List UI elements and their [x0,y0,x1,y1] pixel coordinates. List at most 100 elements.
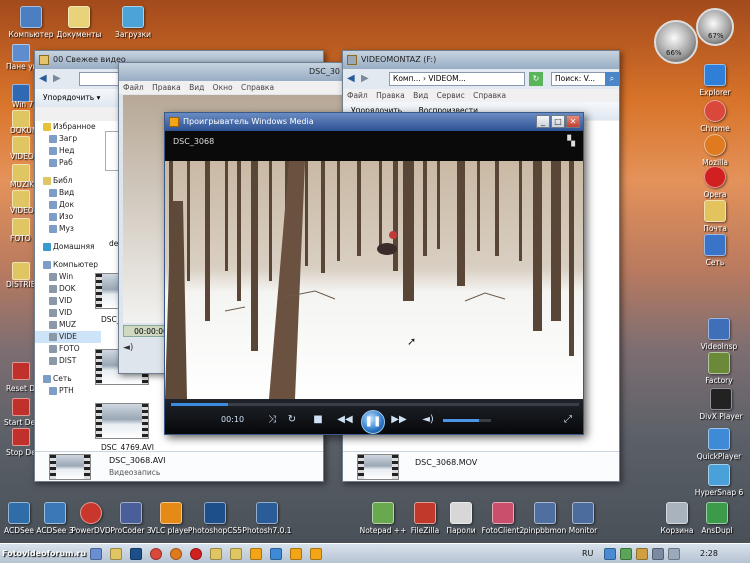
cpu-gauge-gadget[interactable]: 66% [654,20,698,64]
stop-icon[interactable] [12,428,30,446]
tree-item[interactable]: Изо [35,211,101,223]
video-frame[interactable]: ➚ [165,161,583,399]
memory-gauge-gadget[interactable]: 67% [696,8,734,46]
desktop-icon-chrome[interactable]: Chrome [684,100,746,133]
tray-icon[interactable] [620,548,632,560]
next-icon[interactable]: ▶▶ [391,413,407,427]
fullscreen-icon[interactable]: ⤢ [561,413,575,427]
tree-item[interactable]: Win [35,271,101,283]
desktop-icon-downloads[interactable]: Загрузки [102,6,164,39]
reset-icon[interactable] [12,362,30,380]
menu-edit[interactable]: Правка [376,91,405,100]
desktop-icon-network[interactable]: Сеть [684,234,746,267]
tree-item[interactable]: Док [35,199,101,211]
folder-task-icon[interactable] [230,548,242,560]
control-panel-icon[interactable] [12,44,30,62]
explorer-task-icon[interactable] [110,548,122,560]
menu-tools[interactable]: Сервис [437,91,465,100]
opera-task-icon[interactable] [190,548,202,560]
back-arrow-icon[interactable]: ◀ [39,72,47,86]
previous-icon[interactable]: ◀◀ [337,413,353,427]
tree-item[interactable]: Библ [35,175,101,187]
video-thumbnail[interactable] [95,403,149,439]
tree-item[interactable]: DOK [35,283,101,295]
window-titlebar[interactable]: Проигрыватель Windows Media _ □ ✕ [165,113,583,131]
player-task-icon[interactable] [290,548,302,560]
window-titlebar[interactable]: DSC_30 [119,63,347,81]
refresh-icon[interactable]: ↻ [529,72,543,86]
desktop-icon-quickplayer[interactable]: QuickPlayer [688,428,750,461]
windows-media-player[interactable]: Проигрыватель Windows Media _ □ ✕ DSC_30… [164,112,584,435]
desktop-icon-hypersnap[interactable]: HyperSnap 6 [688,464,750,497]
tree-item[interactable]: Вид [35,187,101,199]
chevron-down-icon[interactable]: ▾ [97,93,101,102]
folder-icon[interactable] [12,262,30,280]
menu-help[interactable]: Справка [473,91,506,100]
player-task-icon[interactable] [270,548,282,560]
tree-item[interactable]: Домашняя [35,241,101,253]
menu-view[interactable]: Вид [413,91,428,100]
forward-arrow-icon[interactable]: ▶ [361,72,369,86]
player-task-icon[interactable] [310,548,322,560]
desktop-icon-explorer[interactable]: Explorer [684,64,746,97]
menu-view[interactable]: Вид [189,83,204,92]
switch-to-library-icon[interactable]: ▚ [567,137,575,147]
clock[interactable]: 2:28 [700,544,718,563]
organize-button[interactable]: Упорядочить [43,93,94,102]
stop-icon[interactable]: ■ [311,413,325,427]
desktop-icon-factory[interactable]: Factory [688,352,750,385]
start-icon[interactable] [12,398,30,416]
chrome-task-icon[interactable] [150,548,162,560]
desktop-icon-mozilla[interactable]: Mozilla [684,134,746,167]
back-arrow-icon[interactable]: ◀ [347,72,355,86]
menu-edit[interactable]: Правка [152,83,181,92]
tree-item[interactable]: Избранное [35,121,101,133]
network-tray-icon[interactable] [652,548,664,560]
address-bar[interactable]: Комп... › VIDEOM... [389,72,525,86]
volume-slider[interactable] [443,419,491,422]
desktop-icon-mail[interactable]: Почта [684,200,746,233]
tree-item[interactable]: Сеть [35,373,101,385]
player-task-icon[interactable] [250,548,262,560]
volume-icon[interactable]: ◄) [421,413,435,427]
desktop-icon-divx[interactable]: DivX Player [690,388,750,421]
menu-file[interactable]: Файл [347,91,368,100]
volume-tray-icon[interactable] [668,548,680,560]
tree-item-selected[interactable]: VIDE [35,331,101,343]
repeat-icon[interactable]: ↻ [285,413,299,427]
tree-item[interactable]: FOTO [35,343,101,355]
forward-arrow-icon[interactable]: ▶ [53,72,61,86]
tree-item[interactable]: Нед [35,145,101,157]
firefox-task-icon[interactable] [170,548,182,560]
close-button[interactable]: ✕ [566,115,580,128]
photoshop-task-icon[interactable] [130,548,142,560]
desktop-icon-documents[interactable]: Документы [48,6,110,39]
folder-task-icon[interactable] [210,548,222,560]
desktop-icon-opera[interactable]: Opera [684,166,746,199]
minimize-button[interactable]: _ [536,115,550,128]
tree-item[interactable]: Загр [35,133,101,145]
tree-item[interactable]: PTH [35,385,101,397]
menu-file[interactable]: Файл [123,83,144,92]
address-bar[interactable] [79,72,119,86]
window-titlebar[interactable]: VIDEOMONTAZ (F:) [343,51,619,69]
maximize-button[interactable]: □ [551,115,565,128]
tree-item[interactable]: MUZ [35,319,101,331]
pause-button[interactable]: ❚❚ [361,410,385,434]
menu-window[interactable]: Окно [213,83,233,92]
seek-bar[interactable] [171,403,579,406]
tree-item[interactable]: Раб [35,157,101,169]
tray-icon[interactable] [604,548,616,560]
search-icon[interactable]: ⌕ [605,72,619,86]
tree-item[interactable]: DIST [35,355,101,367]
volume-icon[interactable]: ◄) [123,341,133,355]
language-indicator[interactable]: RU [582,544,593,563]
desktop-icon-monitor[interactable]: Monitor [552,502,614,535]
tray-icon[interactable] [636,548,648,560]
tree-item[interactable]: Муз [35,223,101,235]
media-player-task-icon[interactable] [90,548,102,560]
desktop-icon-photoshop7[interactable]: Photosh7.0.1 [236,502,298,535]
search-input[interactable]: Поиск: V... [551,72,609,86]
desktop-icon-videoinsp[interactable]: VideoInsp [688,318,750,351]
menu-help[interactable]: Справка [241,83,274,92]
